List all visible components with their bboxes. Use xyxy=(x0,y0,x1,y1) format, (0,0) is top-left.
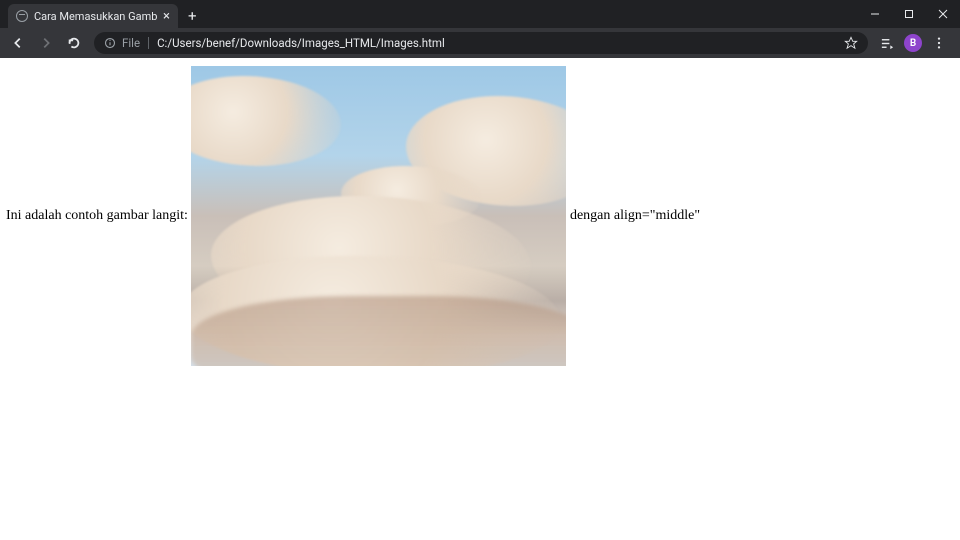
page-viewport: Ini adalah contoh gambar langit: dengan … xyxy=(0,58,960,540)
tab-title: Cara Memasukkan Gambar di HT xyxy=(34,10,157,23)
menu-button[interactable] xyxy=(928,32,950,54)
toolbar-right: B xyxy=(876,32,954,54)
forward-button[interactable] xyxy=(34,31,58,55)
divider xyxy=(148,37,149,49)
media-control-icon[interactable] xyxy=(876,32,898,54)
sky-image xyxy=(191,66,566,366)
url-text: C:/Users/benef/Downloads/Images_HTML/Ima… xyxy=(157,36,836,50)
content-paragraph: Ini adalah contoh gambar langit: dengan … xyxy=(6,66,954,366)
address-bar[interactable]: File C:/Users/benef/Downloads/Images_HTM… xyxy=(94,32,868,54)
close-window-button[interactable] xyxy=(926,0,960,28)
text-before-image: Ini adalah contoh gambar langit: xyxy=(6,208,191,223)
avatar-initial: B xyxy=(910,38,916,49)
tabs-region: Cara Memasukkan Gambar di HT × + xyxy=(0,0,207,28)
profile-avatar[interactable]: B xyxy=(904,34,922,52)
scheme-label: File xyxy=(122,36,140,50)
site-info-button[interactable]: File xyxy=(104,36,140,50)
titlebar: Cara Memasukkan Gambar di HT × + xyxy=(0,0,960,28)
window-controls xyxy=(858,0,960,28)
back-button[interactable] xyxy=(6,31,30,55)
maximize-button[interactable] xyxy=(892,0,926,28)
bookmark-star-icon[interactable] xyxy=(844,36,858,50)
globe-icon xyxy=(16,10,28,22)
reload-button[interactable] xyxy=(62,31,86,55)
text-after-image: dengan align="middle" xyxy=(566,208,700,223)
browser-tab[interactable]: Cara Memasukkan Gambar di HT × xyxy=(8,4,178,28)
new-tab-button[interactable]: + xyxy=(178,4,207,28)
close-icon[interactable]: × xyxy=(163,10,170,23)
minimize-button[interactable] xyxy=(858,0,892,28)
info-icon xyxy=(104,37,116,49)
browser-toolbar: File C:/Users/benef/Downloads/Images_HTM… xyxy=(0,28,960,58)
